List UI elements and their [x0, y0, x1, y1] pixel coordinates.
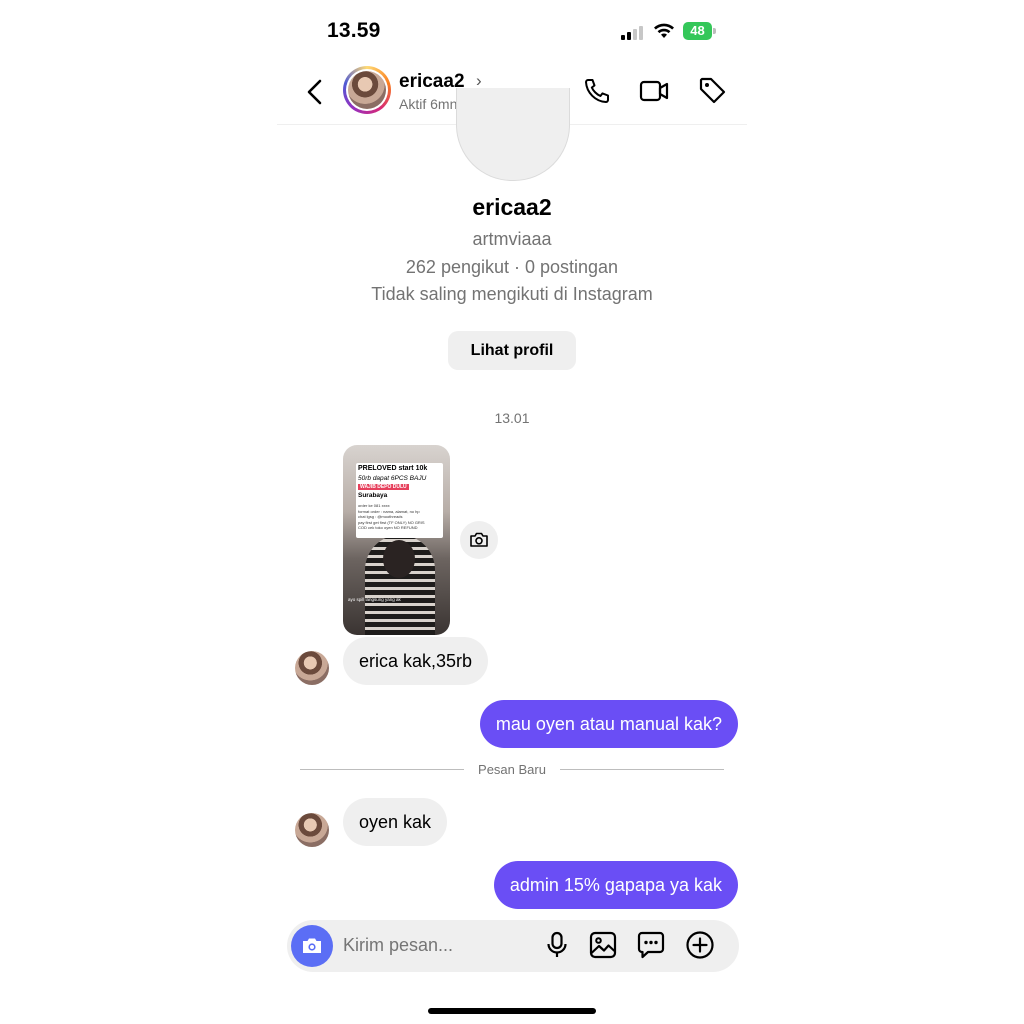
profile-stats: 262 pengikut · 0 postingan — [405, 257, 619, 277]
composer-camera-button[interactable] — [291, 925, 333, 967]
wifi-icon — [654, 23, 674, 38]
post-line: PRELOVED start 10k — [358, 465, 428, 472]
microphone-icon[interactable] — [542, 930, 572, 960]
new-messages-divider-line — [560, 769, 724, 770]
header-username[interactable]: ericaa2 — [399, 71, 465, 93]
phone-call-icon[interactable] — [582, 76, 612, 106]
back-arrow-icon[interactable] — [304, 78, 326, 106]
tag-icon[interactable] — [698, 76, 728, 106]
new-messages-divider-label: Pesan Baru — [478, 762, 546, 777]
gallery-icon[interactable] — [588, 930, 618, 960]
video-call-icon[interactable] — [639, 76, 669, 106]
post-line: Surabaya — [358, 492, 388, 499]
sender-avatar[interactable] — [295, 651, 329, 685]
message-outgoing[interactable]: mau oyen atau manual kak? — [479, 700, 738, 748]
battery-level: 48 — [690, 23, 705, 38]
profile-handle: artmviaaa — [472, 229, 552, 249]
message-incoming[interactable]: erica kak,35rb — [343, 637, 489, 685]
battery-icon: 48 — [683, 22, 717, 40]
post-line: COD cek toko oyen NO REFUND — [358, 525, 418, 530]
camera-icon — [303, 938, 321, 953]
add-plus-icon[interactable] — [685, 930, 715, 960]
profile-name: ericaa2 — [472, 194, 552, 220]
sticker-chat-icon[interactable] — [636, 930, 666, 960]
post-details: order ke 081 xxxx format order : nama, a… — [358, 503, 425, 531]
header-avatar[interactable] — [343, 66, 391, 114]
message-timestamp: 13.01 — [494, 410, 530, 426]
status-time: 13.59 — [327, 19, 381, 42]
post-text-card: PRELOVED start 10k 50rb dapat 6PCS BAJU … — [356, 463, 443, 538]
camera-icon — [470, 532, 488, 547]
post-line: WAJIB DEPO DULU — [358, 484, 409, 490]
sender-avatar[interactable] — [295, 813, 329, 847]
cellular-signal-icon — [621, 24, 647, 40]
message-input[interactable] — [343, 935, 533, 956]
reply-camera-button[interactable] — [460, 521, 498, 559]
shared-post-thumbnail[interactable]: PRELOVED start 10k 50rb dapat 6PCS BAJU … — [343, 445, 450, 635]
profile-follow-status: Tidak saling mengikuti di Instagram — [371, 284, 653, 304]
view-profile-button[interactable]: Lihat profil — [448, 331, 576, 370]
post-caption: ayo spill langsung yang ak — [348, 597, 401, 602]
post-person-head — [383, 540, 415, 578]
home-indicator[interactable] — [428, 1008, 596, 1014]
message-incoming[interactable]: oyen kak — [343, 798, 448, 846]
new-messages-divider-line — [300, 769, 464, 770]
message-outgoing[interactable]: admin 15% gapapa ya kak — [493, 861, 738, 909]
profile-picture[interactable] — [456, 88, 570, 181]
post-line: 50rb dapat 6PCS BAJU — [358, 475, 427, 482]
